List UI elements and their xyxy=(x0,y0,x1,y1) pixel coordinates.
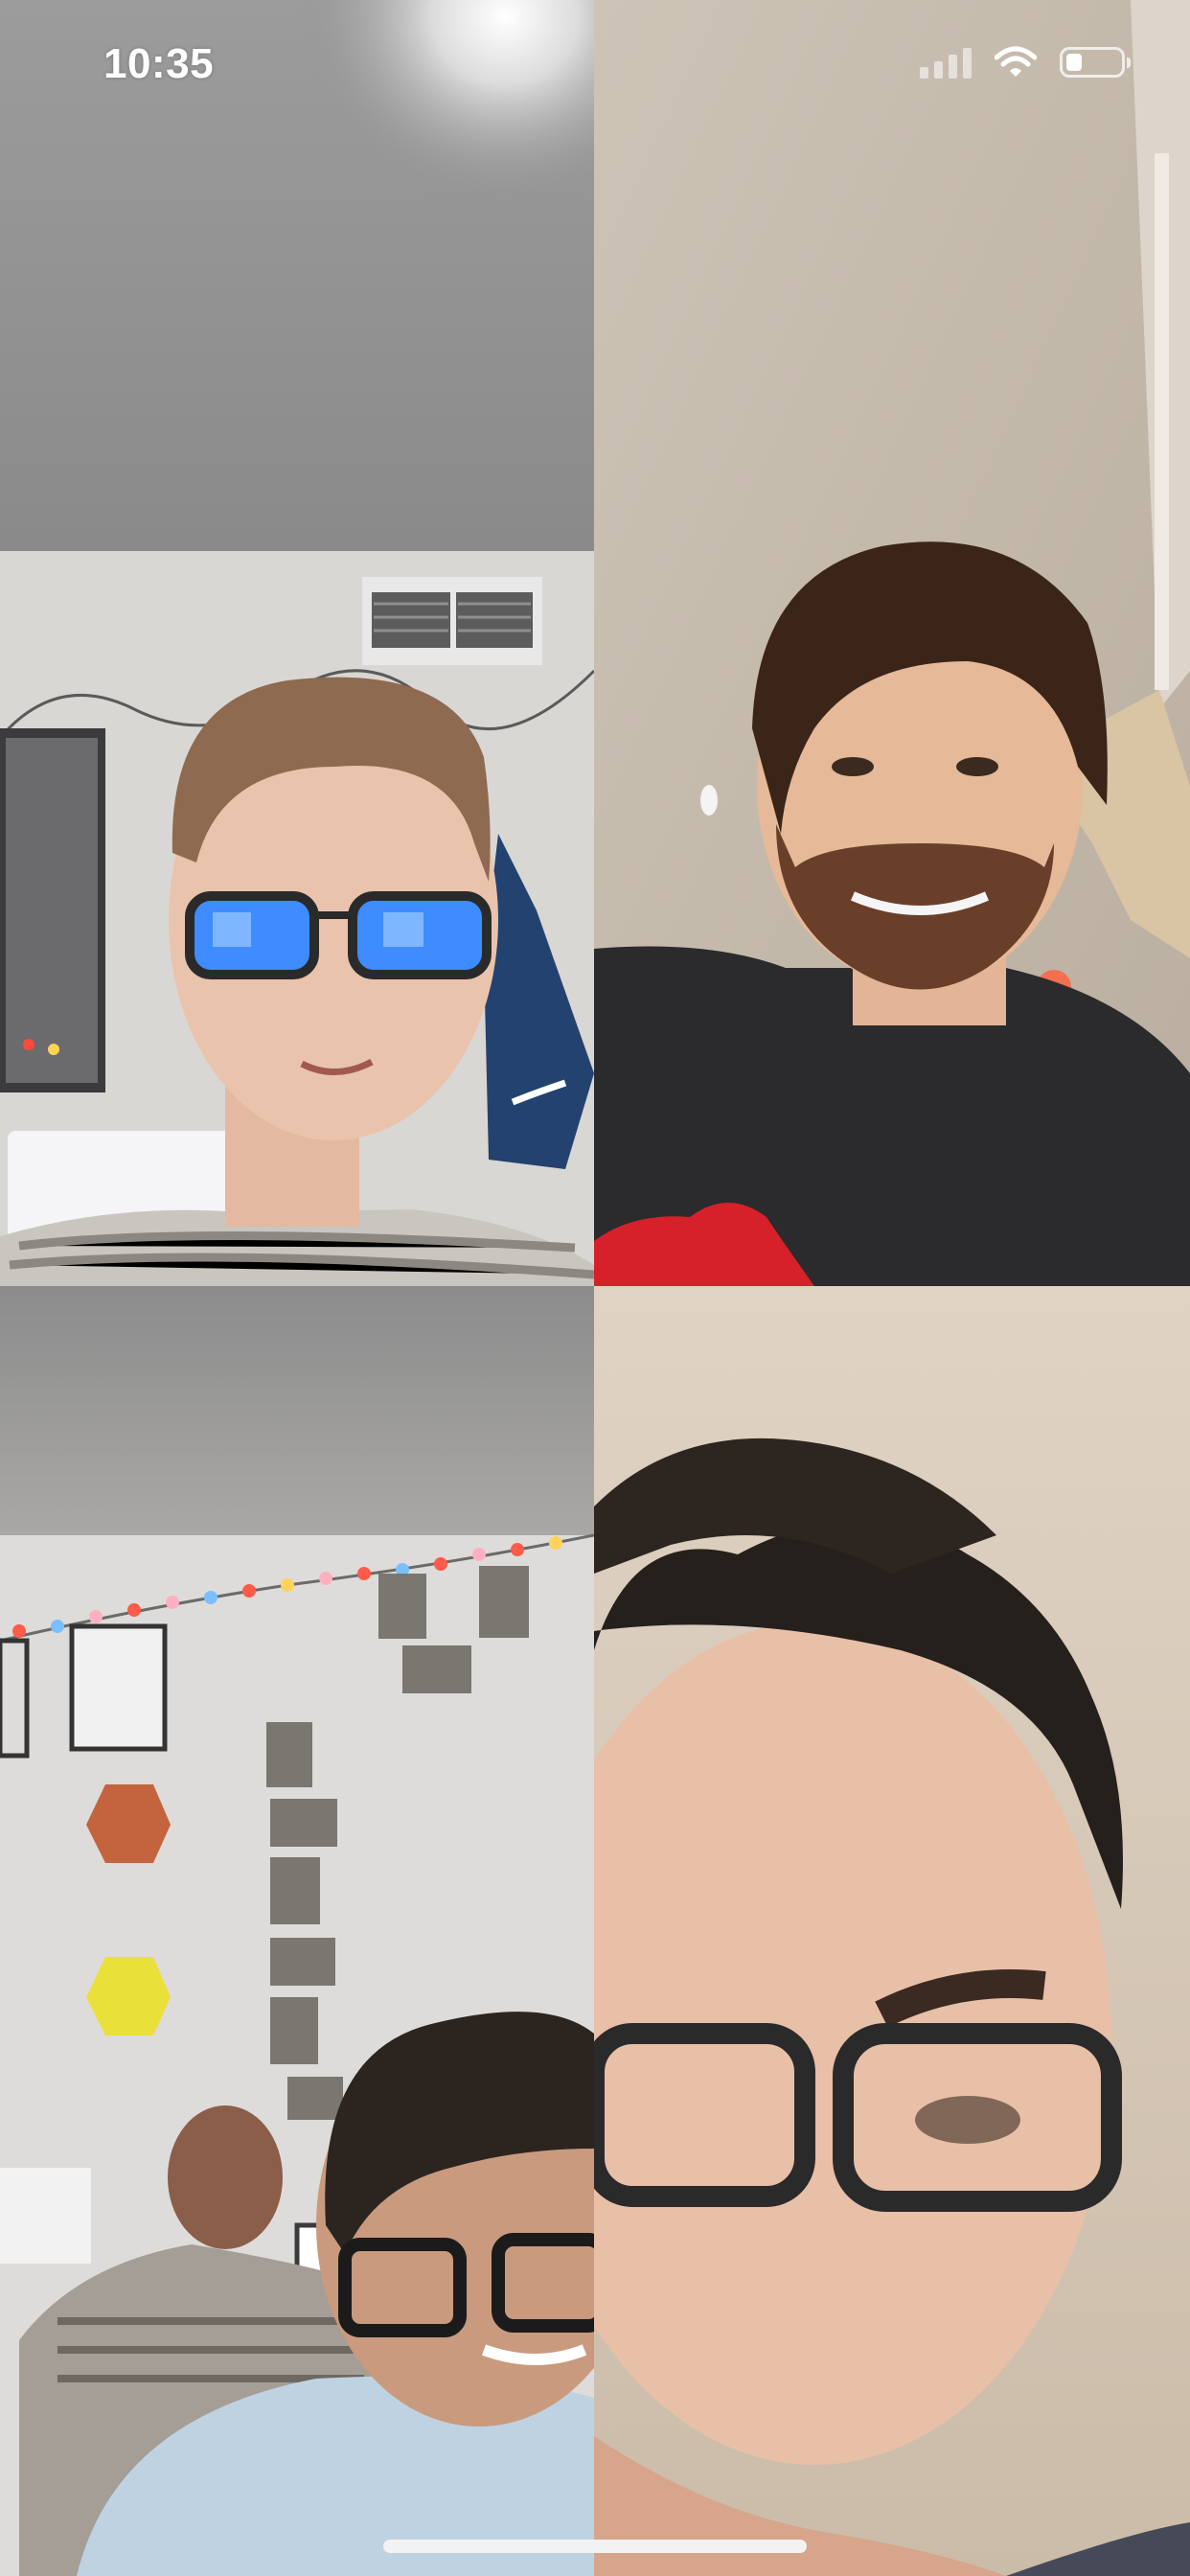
battery-icon xyxy=(1060,47,1131,78)
participant-video-feed xyxy=(594,0,1190,1286)
status-bar: 10:35 xyxy=(0,0,1190,134)
status-time: 10:35 xyxy=(103,40,215,87)
home-indicator[interactable] xyxy=(383,2540,807,2553)
participant-video-feed xyxy=(0,0,594,1286)
participant-grid xyxy=(0,0,1190,2576)
participant-tile-top-right[interactable] xyxy=(594,0,1190,1286)
participant-video-feed xyxy=(594,1286,1190,2576)
wifi-icon xyxy=(995,46,1037,77)
participant-tile-top-left[interactable] xyxy=(0,0,594,1286)
battery-level-fill xyxy=(1066,54,1082,71)
cellular-signal-icon xyxy=(920,46,972,79)
status-icons xyxy=(920,46,1131,79)
participant-video-feed xyxy=(0,1286,594,2576)
video-call-screen: 10:35 xyxy=(0,0,1190,2576)
participant-tile-bottom-left[interactable] xyxy=(0,1286,594,2576)
participant-tile-bottom-right[interactable] xyxy=(594,1286,1190,2576)
